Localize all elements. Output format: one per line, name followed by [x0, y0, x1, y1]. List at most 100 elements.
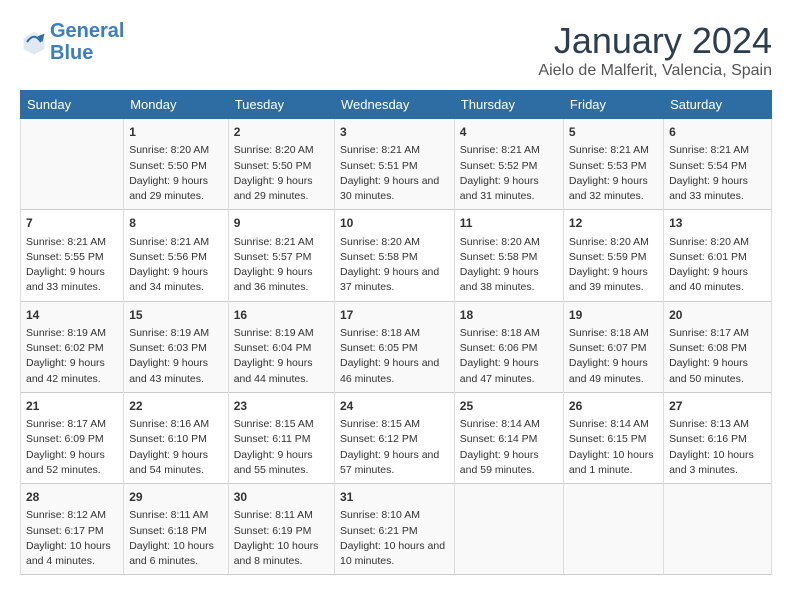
day-number: 22 — [129, 398, 222, 415]
day-info: Sunrise: 8:11 AMSunset: 6:18 PMDaylight:… — [129, 508, 222, 569]
calendar-cell: 2 Sunrise: 8:20 AMSunset: 5:50 PMDaylight… — [228, 119, 334, 210]
day-number: 25 — [460, 398, 558, 415]
calendar-week-row: 28 Sunrise: 8:12 AMSunset: 6:17 PMDayligh… — [21, 484, 772, 575]
weekday-header: Monday — [124, 91, 228, 119]
day-number: 1 — [129, 124, 222, 141]
calendar-cell: 23 Sunrise: 8:15 AMSunset: 6:11 PMDayligh… — [228, 392, 334, 483]
calendar-table: SundayMondayTuesdayWednesdayThursdayFrid… — [20, 90, 772, 575]
day-info: Sunrise: 8:18 AMSunset: 6:06 PMDaylight:… — [460, 326, 558, 387]
day-number: 17 — [340, 307, 449, 324]
day-info: Sunrise: 8:20 AMSunset: 5:58 PMDaylight:… — [340, 235, 449, 296]
calendar-cell: 28 Sunrise: 8:12 AMSunset: 6:17 PMDayligh… — [21, 484, 124, 575]
day-number: 12 — [569, 215, 658, 232]
day-info: Sunrise: 8:21 AMSunset: 5:53 PMDaylight:… — [569, 143, 658, 204]
day-number: 15 — [129, 307, 222, 324]
day-info: Sunrise: 8:19 AMSunset: 6:03 PMDaylight:… — [129, 326, 222, 387]
day-number: 10 — [340, 215, 449, 232]
day-number: 20 — [669, 307, 766, 324]
day-info: Sunrise: 8:20 AMSunset: 6:01 PMDaylight:… — [669, 235, 766, 296]
weekday-header: Thursday — [454, 91, 563, 119]
day-info: Sunrise: 8:21 AMSunset: 5:51 PMDaylight:… — [340, 143, 449, 204]
day-info: Sunrise: 8:21 AMSunset: 5:57 PMDaylight:… — [234, 235, 329, 296]
day-number: 13 — [669, 215, 766, 232]
day-number: 16 — [234, 307, 329, 324]
day-info: Sunrise: 8:21 AMSunset: 5:54 PMDaylight:… — [669, 143, 766, 204]
calendar-cell: 30 Sunrise: 8:11 AMSunset: 6:19 PMDayligh… — [228, 484, 334, 575]
day-info: Sunrise: 8:18 AMSunset: 6:07 PMDaylight:… — [569, 326, 658, 387]
logo: General Blue — [20, 20, 124, 64]
day-info: Sunrise: 8:19 AMSunset: 6:02 PMDaylight:… — [26, 326, 118, 387]
day-info: Sunrise: 8:19 AMSunset: 6:04 PMDaylight:… — [234, 326, 329, 387]
day-number: 29 — [129, 489, 222, 506]
calendar-cell: 10 Sunrise: 8:20 AMSunset: 5:58 PMDayligh… — [334, 210, 454, 301]
weekday-header: Friday — [563, 91, 663, 119]
calendar-cell: 7Sunrise: 8:21 AMSunset: 5:55 PMDaylight… — [21, 210, 124, 301]
day-number: 5 — [569, 124, 658, 141]
day-number: 18 — [460, 307, 558, 324]
calendar-cell: 6 Sunrise: 8:21 AMSunset: 5:54 PMDaylight… — [664, 119, 772, 210]
day-info: Sunrise: 8:15 AMSunset: 6:12 PMDaylight:… — [340, 417, 449, 478]
calendar-cell — [454, 484, 563, 575]
calendar-cell: 29 Sunrise: 8:11 AMSunset: 6:18 PMDayligh… — [124, 484, 228, 575]
page-header: General Blue January 2024 Aielo de Malfe… — [20, 20, 772, 80]
day-number: 3 — [340, 124, 449, 141]
calendar-cell — [563, 484, 663, 575]
calendar-cell: 14Sunrise: 8:19 AMSunset: 6:02 PMDayligh… — [21, 301, 124, 392]
weekday-header: Tuesday — [228, 91, 334, 119]
day-info: Sunrise: 8:12 AMSunset: 6:17 PMDaylight:… — [26, 508, 118, 569]
calendar-cell: 12 Sunrise: 8:20 AMSunset: 5:59 PMDayligh… — [563, 210, 663, 301]
logo-text: General Blue — [50, 20, 124, 64]
day-number: 30 — [234, 489, 329, 506]
day-number: 7 — [26, 215, 118, 232]
day-number: 6 — [669, 124, 766, 141]
logo-icon — [20, 28, 48, 56]
calendar-cell: 8 Sunrise: 8:21 AMSunset: 5:56 PMDaylight… — [124, 210, 228, 301]
day-info: Sunrise: 8:20 AMSunset: 5:59 PMDaylight:… — [569, 235, 658, 296]
calendar-cell: 21 Sunrise: 8:17 AMSunset: 6:09 PMDayligh… — [21, 392, 124, 483]
day-number: 28 — [26, 489, 118, 506]
day-info: Sunrise: 8:10 AMSunset: 6:21 PMDaylight:… — [340, 508, 449, 569]
day-number: 8 — [129, 215, 222, 232]
calendar-cell: 3 Sunrise: 8:21 AMSunset: 5:51 PMDaylight… — [334, 119, 454, 210]
calendar-cell: 17Sunrise: 8:18 AMSunset: 6:05 PMDayligh… — [334, 301, 454, 392]
day-info: Sunrise: 8:17 AMSunset: 6:09 PMDaylight:… — [26, 417, 118, 478]
day-info: Sunrise: 8:20 AMSunset: 5:50 PMDaylight:… — [129, 143, 222, 204]
calendar-subtitle: Aielo de Malferit, Valencia, Spain — [538, 62, 772, 80]
day-number: 19 — [569, 307, 658, 324]
day-number: 2 — [234, 124, 329, 141]
calendar-cell: 20 Sunrise: 8:17 AMSunset: 6:08 PMDayligh… — [664, 301, 772, 392]
calendar-cell: 1 Sunrise: 8:20 AMSunset: 5:50 PMDaylight… — [124, 119, 228, 210]
day-info: Sunrise: 8:21 AMSunset: 5:52 PMDaylight:… — [460, 143, 558, 204]
day-number: 23 — [234, 398, 329, 415]
day-number: 11 — [460, 215, 558, 232]
day-number: 31 — [340, 489, 449, 506]
day-number: 4 — [460, 124, 558, 141]
weekday-header: Wednesday — [334, 91, 454, 119]
calendar-cell: 4 Sunrise: 8:21 AMSunset: 5:52 PMDaylight… — [454, 119, 563, 210]
calendar-cell: 16 Sunrise: 8:19 AMSunset: 6:04 PMDayligh… — [228, 301, 334, 392]
calendar-week-row: 1 Sunrise: 8:20 AMSunset: 5:50 PMDaylight… — [21, 119, 772, 210]
calendar-cell — [21, 119, 124, 210]
day-number: 27 — [669, 398, 766, 415]
day-info: Sunrise: 8:15 AMSunset: 6:11 PMDaylight:… — [234, 417, 329, 478]
day-info: Sunrise: 8:16 AMSunset: 6:10 PMDaylight:… — [129, 417, 222, 478]
day-number: 21 — [26, 398, 118, 415]
day-info: Sunrise: 8:20 AMSunset: 5:50 PMDaylight:… — [234, 143, 329, 204]
day-info: Sunrise: 8:21 AMSunset: 5:56 PMDaylight:… — [129, 235, 222, 296]
calendar-cell: 31 Sunrise: 8:10 AMSunset: 6:21 PMDayligh… — [334, 484, 454, 575]
calendar-cell: 11Sunrise: 8:20 AMSunset: 5:58 PMDayligh… — [454, 210, 563, 301]
day-info: Sunrise: 8:13 AMSunset: 6:16 PMDaylight:… — [669, 417, 766, 478]
calendar-cell: 26Sunrise: 8:14 AMSunset: 6:15 PMDayligh… — [563, 392, 663, 483]
day-info: Sunrise: 8:11 AMSunset: 6:19 PMDaylight:… — [234, 508, 329, 569]
calendar-cell — [664, 484, 772, 575]
weekday-header: Saturday — [664, 91, 772, 119]
calendar-week-row: 21 Sunrise: 8:17 AMSunset: 6:09 PMDayligh… — [21, 392, 772, 483]
calendar-cell: 13 Sunrise: 8:20 AMSunset: 6:01 PMDayligh… — [664, 210, 772, 301]
calendar-cell: 22 Sunrise: 8:16 AMSunset: 6:10 PMDayligh… — [124, 392, 228, 483]
weekday-header: Sunday — [21, 91, 124, 119]
day-info: Sunrise: 8:17 AMSunset: 6:08 PMDaylight:… — [669, 326, 766, 387]
calendar-cell: 25Sunrise: 8:14 AMSunset: 6:14 PMDayligh… — [454, 392, 563, 483]
calendar-week-row: 7Sunrise: 8:21 AMSunset: 5:55 PMDaylight… — [21, 210, 772, 301]
calendar-cell: 9Sunrise: 8:21 AMSunset: 5:57 PMDaylight… — [228, 210, 334, 301]
day-info: Sunrise: 8:14 AMSunset: 6:15 PMDaylight:… — [569, 417, 658, 478]
